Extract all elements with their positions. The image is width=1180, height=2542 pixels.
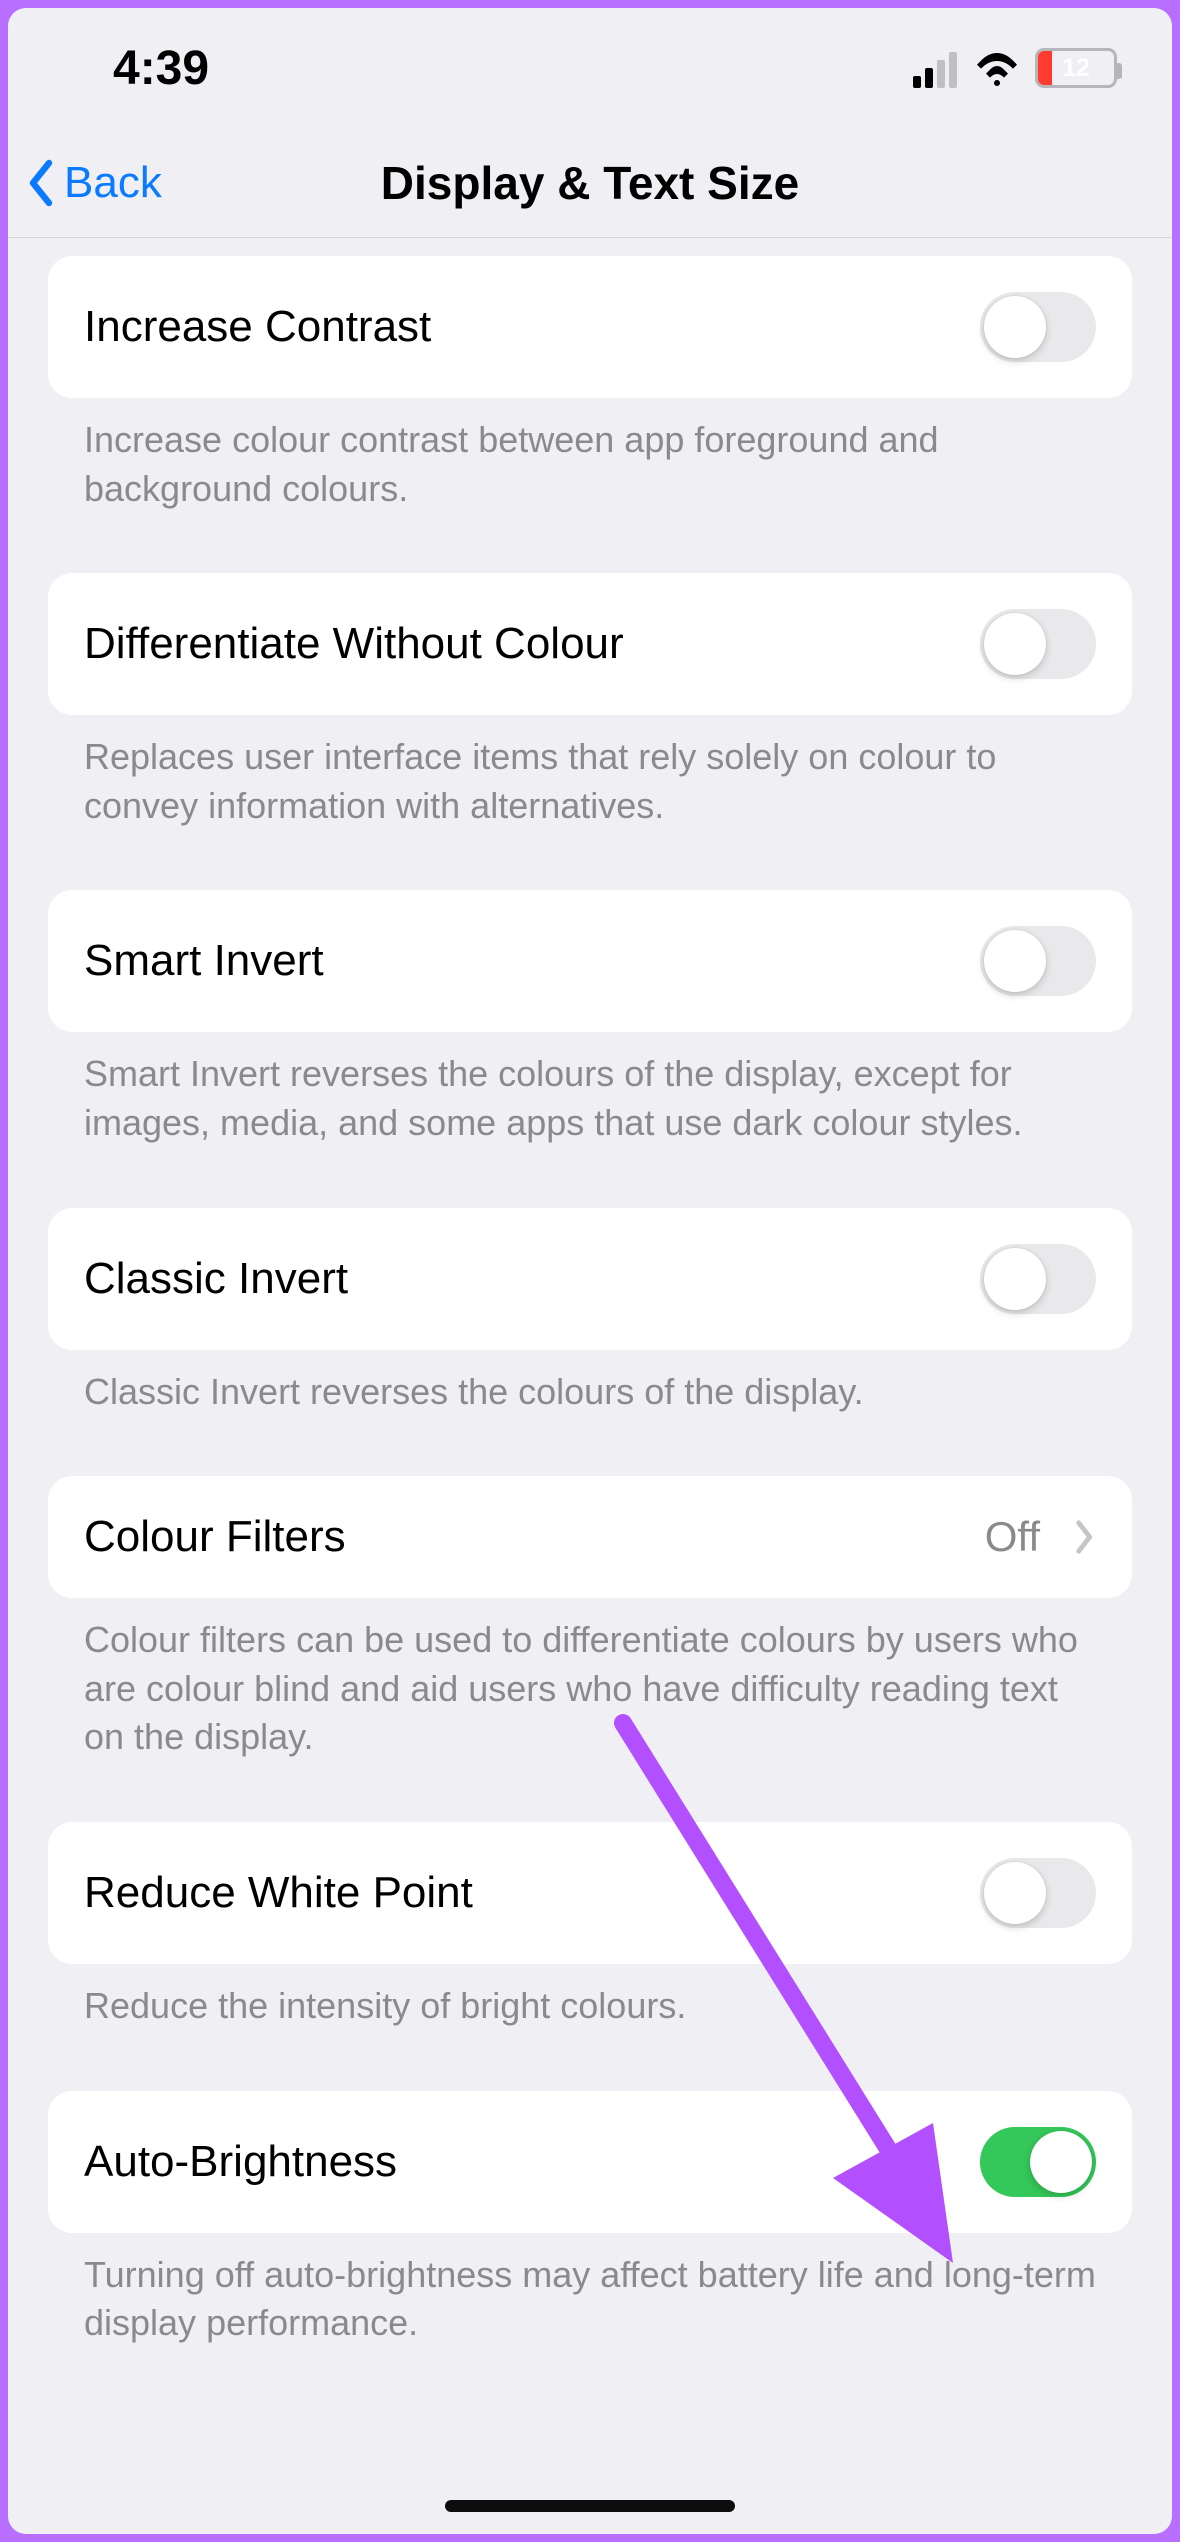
row-desc: Increase colour contrast between app for… xyxy=(48,398,1132,513)
toggle-diff-without-colour[interactable] xyxy=(980,609,1096,679)
toggle-increase-contrast[interactable] xyxy=(980,292,1096,362)
toggle-classic-invert[interactable] xyxy=(980,1244,1096,1314)
row-diff-without-colour[interactable]: Differentiate Without Colour xyxy=(48,573,1132,715)
group-classic-invert: Classic Invert Classic Invert reverses t… xyxy=(48,1208,1132,1417)
toggle-reduce-white-point[interactable] xyxy=(980,1858,1096,1928)
battery-icon: 12 xyxy=(1035,48,1117,88)
status-icons: 12 xyxy=(913,48,1117,88)
row-classic-invert[interactable]: Classic Invert xyxy=(48,1208,1132,1350)
row-reduce-white-point[interactable]: Reduce White Point xyxy=(48,1822,1132,1964)
chevron-right-icon xyxy=(1074,1518,1096,1556)
group-increase-contrast: Increase Contrast Increase colour contra… xyxy=(48,256,1132,513)
row-label: Classic Invert xyxy=(84,1254,348,1304)
group-reduce-white-point: Reduce White Point Reduce the intensity … xyxy=(48,1822,1132,2031)
chevron-left-icon xyxy=(24,159,58,207)
group-colour-filters: Colour Filters Off Colour filters can be… xyxy=(48,1476,1132,1762)
device-screen: 4:39 12 Back Display & Text Size xyxy=(8,8,1172,2534)
row-label: Reduce White Point xyxy=(84,1868,473,1918)
toggle-smart-invert[interactable] xyxy=(980,926,1096,996)
row-label: Auto-Brightness xyxy=(84,2137,397,2187)
settings-list: Increase Contrast Increase colour contra… xyxy=(8,256,1172,2428)
toggle-auto-brightness[interactable] xyxy=(980,2127,1096,2197)
row-label: Smart Invert xyxy=(84,936,324,986)
home-indicator[interactable] xyxy=(445,2500,735,2512)
group-smart-invert: Smart Invert Smart Invert reverses the c… xyxy=(48,890,1132,1147)
battery-percent: 12 xyxy=(1038,54,1114,83)
back-button[interactable]: Back xyxy=(24,158,162,208)
row-increase-contrast[interactable]: Increase Contrast xyxy=(48,256,1132,398)
page-title: Display & Text Size xyxy=(381,156,799,210)
row-desc: Turning off auto-brightness may affect b… xyxy=(48,2233,1132,2348)
row-desc: Reduce the intensity of bright colours. xyxy=(48,1964,1132,2031)
row-smart-invert[interactable]: Smart Invert xyxy=(48,890,1132,1032)
row-auto-brightness[interactable]: Auto-Brightness xyxy=(48,2091,1132,2233)
row-desc: Classic Invert reverses the colours of t… xyxy=(48,1350,1132,1417)
row-desc: Replaces user interface items that rely … xyxy=(48,715,1132,830)
row-label: Differentiate Without Colour xyxy=(84,619,624,669)
status-time: 4:39 xyxy=(113,41,209,96)
nav-header: Back Display & Text Size xyxy=(8,128,1172,238)
status-bar: 4:39 12 xyxy=(8,8,1172,128)
row-desc: Colour filters can be used to differenti… xyxy=(48,1598,1132,1762)
row-label: Increase Contrast xyxy=(84,302,431,352)
group-auto-brightness: Auto-Brightness Turning off auto-brightn… xyxy=(48,2091,1132,2348)
wifi-icon xyxy=(973,48,1021,88)
cellular-signal-icon xyxy=(913,48,959,88)
back-label: Back xyxy=(64,158,162,208)
row-desc: Smart Invert reverses the colours of the… xyxy=(48,1032,1132,1147)
row-value: Off xyxy=(985,1513,1040,1561)
group-diff-without-colour: Differentiate Without Colour Replaces us… xyxy=(48,573,1132,830)
row-colour-filters[interactable]: Colour Filters Off xyxy=(48,1476,1132,1598)
row-label: Colour Filters xyxy=(84,1512,346,1562)
